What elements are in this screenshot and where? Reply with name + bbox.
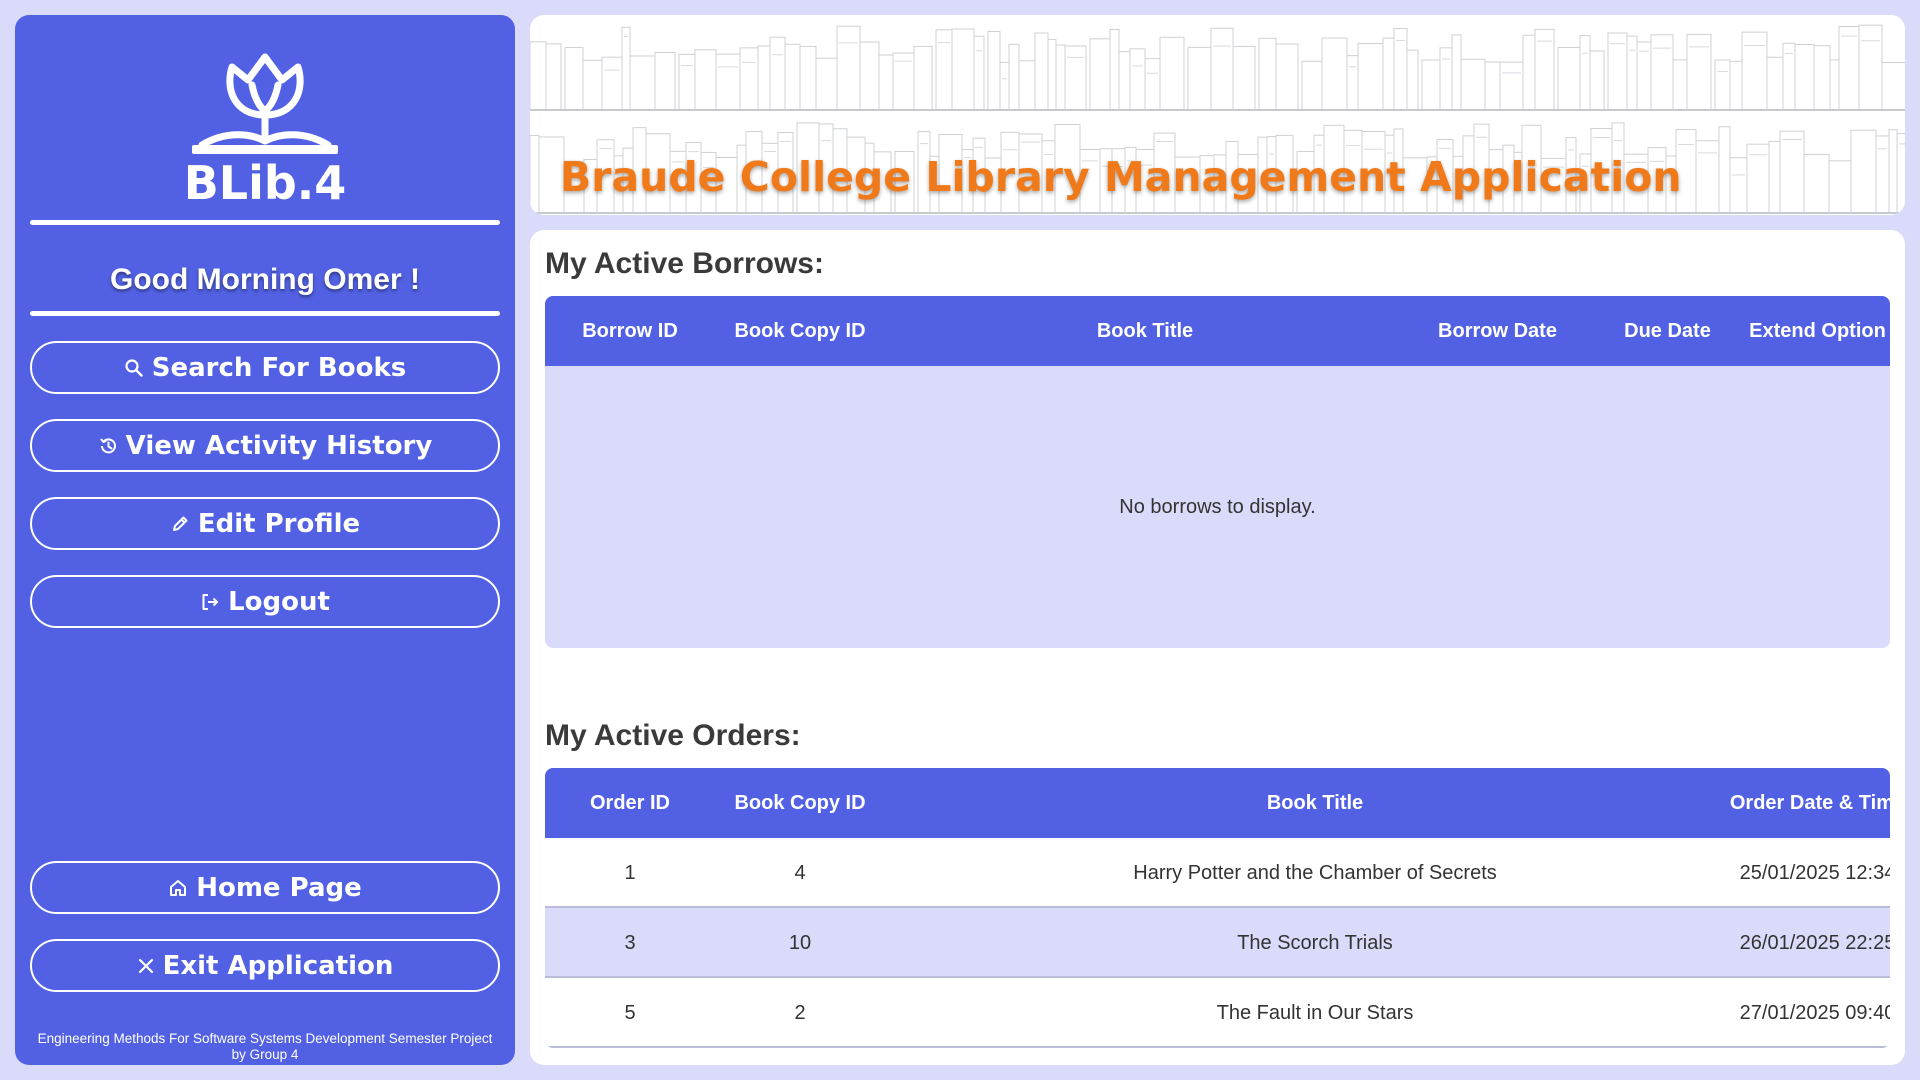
order-datetime-cell: 27/01/2025 09:40: [1739, 1001, 1890, 1024]
logout-label: Logout: [228, 586, 330, 617]
column-header[interactable]: Book Copy ID: [715, 768, 885, 838]
exit-application-label: Exit Application: [162, 950, 394, 981]
divider: [30, 311, 500, 316]
order-datetime-cell: 26/01/2025 22:25: [1739, 931, 1890, 954]
book-title-cell: The Scorch Trials: [1237, 931, 1393, 954]
app-title: Braude College Library Management Applic…: [560, 153, 1682, 201]
view-activity-history-button[interactable]: View Activity History: [30, 419, 500, 472]
history-icon: [99, 437, 116, 453]
sidebar: BLib.4 Good Morning Omer ! Search For Bo…: [15, 15, 515, 1065]
logo-text: BLib.4: [183, 156, 347, 210]
column-header[interactable]: Order ID: [545, 768, 715, 838]
table-row[interactable]: 1 4 Harry Potter and the Chamber of Secr…: [545, 838, 1890, 908]
search-books-button[interactable]: Search For Books: [30, 341, 500, 394]
header-banner: Braude College Library Management Applic…: [530, 15, 1905, 215]
home-page-label: Home Page: [196, 872, 362, 903]
edit-profile-button[interactable]: Edit Profile: [30, 497, 500, 550]
edit-profile-label: Edit Profile: [197, 508, 361, 539]
borrows-table: Borrow ID Book Copy ID Book Title Borrow…: [545, 296, 1890, 648]
order-id-cell: 5: [624, 1001, 636, 1024]
copy-id-cell: 10: [788, 931, 812, 954]
pencil-icon: [172, 516, 188, 531]
column-header[interactable]: Book Title: [885, 296, 1405, 366]
main-panel: My Active Borrows: Borrow ID Book Copy I…: [530, 230, 1905, 1065]
greeting: Good Morning Omer !: [110, 263, 420, 296]
column-header[interactable]: Borrow ID: [545, 296, 715, 366]
book-title-cell: The Fault in Our Stars: [1216, 1001, 1414, 1024]
column-header[interactable]: Book Title: [885, 768, 1745, 838]
orders-table: Order ID Book Copy ID Book Title Order D…: [545, 768, 1890, 1048]
column-header[interactable]: Extend Option: [1745, 296, 1890, 366]
copy-id-cell: 4: [794, 861, 806, 884]
footer-note: Engineering Methods For Software Systems…: [15, 1031, 515, 1063]
empty-message: No borrows to display.: [1119, 495, 1316, 518]
logout-icon: [202, 593, 219, 610]
home-page-button[interactable]: Home Page: [30, 861, 500, 914]
view-activity-history-label: View Activity History: [125, 430, 433, 461]
column-header[interactable]: Order Date & Time: [1730, 768, 1890, 838]
borrows-table-header: Borrow ID Book Copy ID Book Title Borrow…: [545, 296, 1890, 366]
order-id-cell: 3: [624, 931, 636, 954]
footer-line: Engineering Methods For Software Systems…: [37, 1031, 493, 1046]
logout-button[interactable]: Logout: [30, 575, 500, 628]
copy-id-cell: 2: [794, 1001, 806, 1024]
exit-application-button[interactable]: Exit Application: [30, 939, 500, 992]
app-logo: BLib.4: [15, 45, 515, 210]
order-datetime-cell: 25/01/2025 12:34: [1739, 861, 1890, 884]
table-row[interactable]: 5 2 The Fault in Our Stars 27/01/2025 09…: [545, 978, 1890, 1048]
book-title-cell: Harry Potter and the Chamber of Secrets: [1133, 861, 1497, 884]
column-header[interactable]: Book Copy ID: [715, 296, 885, 366]
search-icon: [125, 358, 143, 377]
footer-line: by Group 4: [231, 1047, 299, 1062]
column-header[interactable]: Due Date: [1590, 296, 1745, 366]
search-books-label: Search For Books: [151, 352, 407, 383]
column-header[interactable]: Borrow Date: [1405, 296, 1590, 366]
borrows-empty-state: No borrows to display.: [545, 366, 1890, 648]
borrows-section-title: My Active Borrows:: [545, 247, 824, 280]
order-id-cell: 1: [624, 861, 636, 884]
book-tulip-logo-icon: [192, 53, 338, 154]
divider: [30, 220, 500, 225]
orders-table-header: Order ID Book Copy ID Book Title Order D…: [545, 768, 1890, 838]
home-icon: [170, 879, 187, 896]
close-icon: [138, 958, 153, 973]
table-row[interactable]: 3 10 The Scorch Trials 26/01/2025 22:25: [545, 908, 1890, 978]
orders-section-title: My Active Orders:: [545, 719, 801, 752]
